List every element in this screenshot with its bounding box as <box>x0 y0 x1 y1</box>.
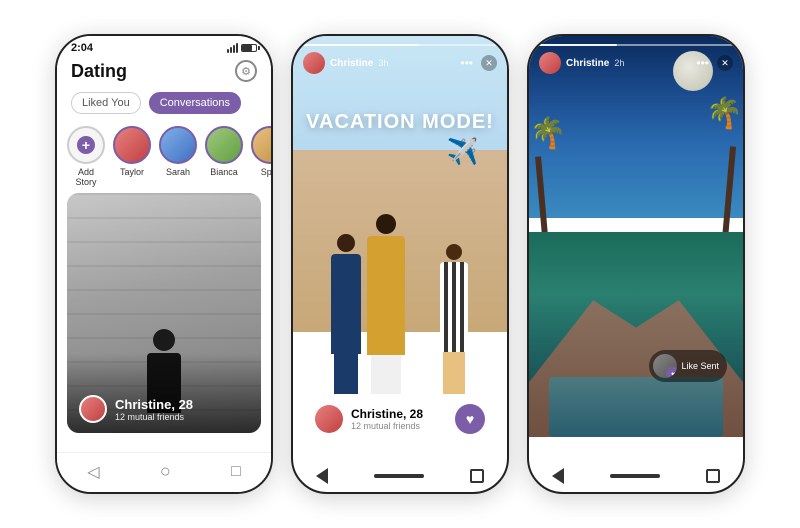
tab-conversations[interactable]: Conversations <box>149 92 241 114</box>
bottom-nav-center <box>293 468 507 484</box>
heart-button-center[interactable]: ♥ <box>455 404 485 434</box>
story-card-name-center: Christine, 28 <box>351 407 423 421</box>
profile-card[interactable]: Christine, 28 12 mutual friends <box>67 193 261 433</box>
app-header-left: Dating ⚙ <box>57 56 271 88</box>
more-dots-button-right[interactable]: ••• <box>696 56 709 70</box>
story-screen-center: Christine 3h ••• ✕ VACATION MODE! ✈️ <box>293 36 507 492</box>
card-text: Christine, 28 12 mutual friends <box>115 397 193 422</box>
card-name: Christine, 28 <box>115 397 193 412</box>
home-nav-icon-center[interactable] <box>374 474 424 478</box>
story-user-avatar-center <box>303 52 325 74</box>
settings-button[interactable]: ⚙ <box>235 60 257 82</box>
story-card-text-center: Christine, 28 12 mutual friends <box>351 407 423 431</box>
story-item-taylor[interactable]: Taylor <box>113 126 151 187</box>
card-avatar <box>79 395 107 423</box>
status-icons-left <box>227 43 257 53</box>
like-sent-avatar: ♥ <box>653 354 677 378</box>
recents-nav-icon-right[interactable] <box>706 469 720 483</box>
gear-icon: ⚙ <box>241 65 251 78</box>
story-card-left-center: Christine, 28 12 mutual friends <box>315 405 423 433</box>
stories-row: + Add Story Taylor Sarah Bianca <box>57 118 271 193</box>
story-user-info-right: Christine 2h <box>539 52 624 74</box>
card-sub: 12 mutual friends <box>115 412 193 422</box>
story-item-bianca[interactable]: Bianca <box>205 126 243 187</box>
add-story-avatar: + <box>67 126 105 164</box>
status-time-left: 2:04 <box>71 42 93 54</box>
story-item-sp[interactable]: Sp... <box>251 126 271 187</box>
people-scene <box>301 174 499 414</box>
phone-left: 2:04 Dating ⚙ Liked You <box>55 34 273 494</box>
vacation-text: VACATION MODE! <box>293 111 507 134</box>
story-progress-bar <box>303 44 497 46</box>
story-meta-center: Christine 3h ••• ✕ <box>303 52 497 74</box>
story-header-right: Christine 2h ••• ✕ <box>529 36 743 78</box>
story-actions-right: ••• ✕ <box>696 55 733 71</box>
back-nav-icon-right[interactable] <box>552 468 564 484</box>
story-meta-right: Christine 2h ••• ✕ <box>539 52 733 74</box>
story-name-bianca: Bianca <box>210 167 238 177</box>
like-sent-text: Like Sent <box>681 361 719 371</box>
story-item-sarah[interactable]: Sarah <box>159 126 197 187</box>
like-sent-badge: ♥ Like Sent <box>649 350 727 382</box>
close-button-center[interactable]: ✕ <box>481 55 497 71</box>
pool-water <box>549 377 723 437</box>
story-actions-center: ••• ✕ <box>460 55 497 71</box>
story-bottom-card-center: Christine, 28 12 mutual friends ♥ <box>303 394 497 444</box>
story-avatar-sp <box>251 126 271 164</box>
recents-nav-icon-center[interactable] <box>470 469 484 483</box>
bottom-nav-left: ◁ ○ □ <box>57 452 271 492</box>
home-nav-icon-right[interactable] <box>610 474 660 478</box>
story-user-info-center: Christine 3h <box>303 52 388 74</box>
battery-icon <box>241 44 257 52</box>
resort-bg: 🌴 🌴 <box>529 36 743 492</box>
story-user-avatar-right <box>539 52 561 74</box>
phones-container: 2:04 Dating ⚙ Liked You <box>35 14 765 514</box>
story-avatar-sarah <box>159 126 197 164</box>
story-time-right: 2h <box>614 58 624 68</box>
add-story-item[interactable]: + Add Story <box>67 126 105 187</box>
story-username-right: Christine <box>566 58 609 69</box>
back-nav-icon-center[interactable] <box>316 468 328 484</box>
story-card-avatar-center <box>315 405 343 433</box>
signal-icon <box>227 43 238 53</box>
status-bar-left: 2:04 <box>57 36 271 56</box>
story-progress-bar-right <box>539 44 733 46</box>
tabs-row: Liked You Conversations <box>57 88 271 118</box>
airplane-emoji: ✈️ <box>447 136 479 167</box>
story-time-center: 3h <box>378 58 388 68</box>
story-header-center: Christine 3h ••• ✕ <box>293 36 507 78</box>
story-screen-right: 🌴 🌴 <box>529 36 743 492</box>
back-nav-icon[interactable]: ◁ <box>87 462 99 482</box>
bottom-nav-right <box>529 468 743 484</box>
close-button-right[interactable]: ✕ <box>717 55 733 71</box>
story-name-sarah: Sarah <box>166 167 190 177</box>
more-dots-button-center[interactable]: ••• <box>460 56 473 70</box>
story-avatar-taylor <box>113 126 151 164</box>
recents-nav-icon[interactable]: □ <box>231 463 241 481</box>
story-username-center: Christine <box>330 58 373 69</box>
story-name-taylor: Taylor <box>120 167 144 177</box>
story-card-sub-center: 12 mutual friends <box>351 421 423 431</box>
card-info: Christine, 28 12 mutual friends <box>79 395 193 423</box>
tab-liked-you[interactable]: Liked You <box>71 92 141 114</box>
like-sent-heart-icon: ♥ <box>666 367 677 378</box>
story-name-sp: Sp... <box>261 167 271 177</box>
home-nav-icon[interactable]: ○ <box>160 461 171 482</box>
phone-center: Christine 3h ••• ✕ VACATION MODE! ✈️ <box>291 34 509 494</box>
add-story-label: Add Story <box>67 167 105 187</box>
plus-icon: + <box>77 136 95 154</box>
phone-right: 🌴 🌴 <box>527 34 745 494</box>
app-title: Dating <box>71 61 127 82</box>
story-avatar-bianca <box>205 126 243 164</box>
